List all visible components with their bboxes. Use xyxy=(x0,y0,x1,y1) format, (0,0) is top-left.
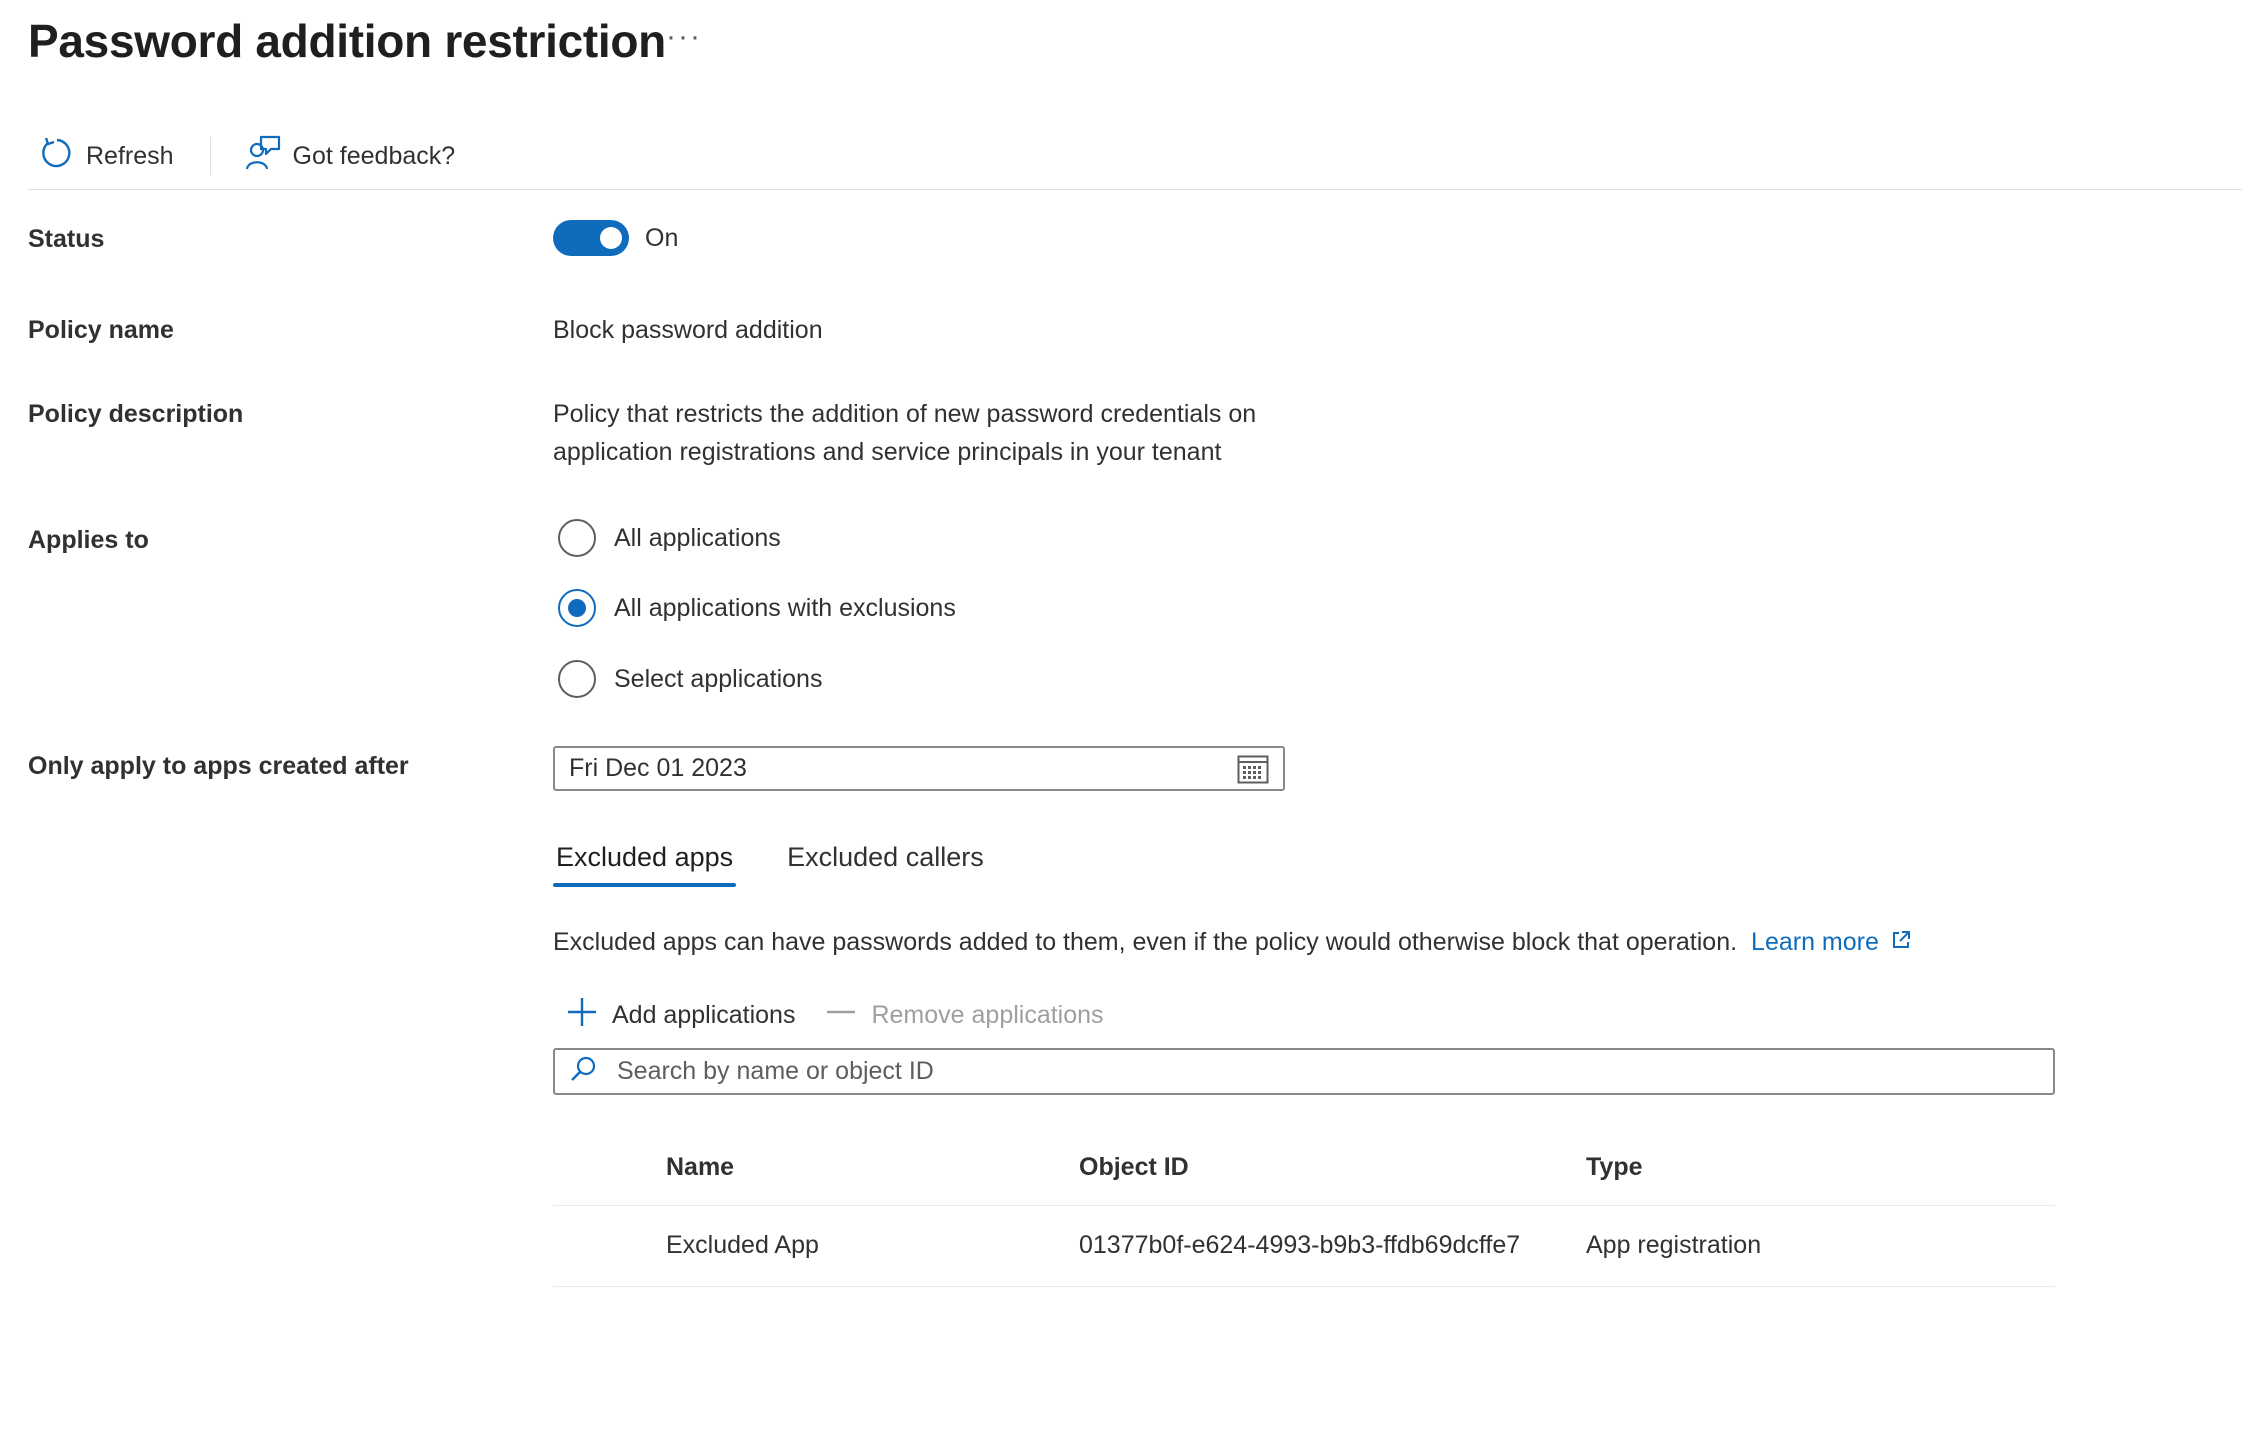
status-label: Status xyxy=(28,225,105,253)
excluded-apps-info: Excluded apps can have passwords added t… xyxy=(553,928,1911,957)
remove-applications-label: Remove applications xyxy=(871,1001,1104,1029)
radio-label: All applications xyxy=(614,523,781,552)
remove-applications-button[interactable]: Remove applications xyxy=(825,996,1104,1035)
policy-description-line: Policy that restricts the addition of ne… xyxy=(553,400,1257,428)
refresh-icon xyxy=(40,136,74,177)
row-select-cell[interactable] xyxy=(553,1205,666,1287)
radio-button[interactable] xyxy=(558,519,596,557)
search-icon xyxy=(569,1055,597,1088)
radio-button-selected[interactable] xyxy=(558,589,596,627)
radio-all-applications[interactable]: All applications xyxy=(558,519,781,557)
add-applications-button[interactable]: Add applications xyxy=(566,996,795,1035)
status-toggle[interactable] xyxy=(553,220,629,256)
cell-type: App registration xyxy=(1586,1205,2055,1287)
exclusion-tabs: Excluded apps Excluded callers xyxy=(553,842,987,887)
remove-icon xyxy=(825,996,857,1035)
created-after-date-picker[interactable]: Fri Dec 01 2023 xyxy=(553,746,1285,791)
toolbar-divider xyxy=(209,137,211,175)
radio-label: Select applications xyxy=(614,664,823,693)
feedback-icon xyxy=(245,135,281,178)
add-icon xyxy=(566,996,598,1035)
column-header-name[interactable]: Name xyxy=(666,1130,1079,1206)
search-input[interactable] xyxy=(617,1057,2017,1086)
toolbar: Refresh Got feedback? xyxy=(28,126,2242,186)
radio-button[interactable] xyxy=(558,660,596,698)
add-applications-label: Add applications xyxy=(612,1001,796,1029)
created-after-label: Only apply to apps created after xyxy=(28,752,409,780)
tab-excluded-callers[interactable]: Excluded callers xyxy=(784,842,987,887)
learn-more-link[interactable]: Learn more xyxy=(1751,928,1879,957)
applies-to-label: Applies to xyxy=(28,526,149,554)
radio-all-applications-with-exclusions[interactable]: All applications with exclusions xyxy=(558,589,956,627)
feedback-label: Got feedback? xyxy=(292,141,456,170)
column-header-object-id[interactable]: Object ID xyxy=(1079,1130,1586,1206)
status-toggle-text: On xyxy=(645,223,679,252)
policy-description-label: Policy description xyxy=(28,400,244,428)
excluded-apps-table: Name Object ID Type Excluded App 01377b0… xyxy=(553,1130,2055,1287)
page-title: Password addition restriction xyxy=(28,15,666,67)
radio-label: All applications with exclusions xyxy=(614,593,956,622)
more-options-icon[interactable]: ··· xyxy=(666,20,702,54)
status-toggle-group: On xyxy=(553,220,678,256)
column-header-type[interactable]: Type xyxy=(1586,1130,2055,1206)
toggle-knob xyxy=(600,227,622,249)
cell-name: Excluded App xyxy=(666,1205,1079,1287)
tab-excluded-apps[interactable]: Excluded apps xyxy=(553,842,737,887)
date-value: Fri Dec 01 2023 xyxy=(569,754,747,782)
refresh-label: Refresh xyxy=(86,141,174,170)
password-addition-restriction-page: Password addition restriction ··· Refres… xyxy=(0,0,2242,1445)
info-text: Excluded apps can have passwords added t… xyxy=(553,928,1738,956)
toolbar-divider-line xyxy=(28,189,2242,190)
table-select-column xyxy=(553,1130,666,1206)
calendar-icon[interactable] xyxy=(1237,754,1269,791)
policy-name-label: Policy name xyxy=(28,316,174,344)
excluded-apps-commands: Add applications Remove applications xyxy=(566,996,1104,1035)
policy-description-value: Policy that restricts the addition of ne… xyxy=(553,395,1256,471)
search-box xyxy=(553,1048,2055,1095)
radio-select-applications[interactable]: Select applications xyxy=(558,660,822,698)
table-header-row: Name Object ID Type xyxy=(553,1130,2055,1206)
refresh-button[interactable]: Refresh xyxy=(28,126,186,186)
feedback-button[interactable]: Got feedback? xyxy=(233,126,468,186)
table-row[interactable]: Excluded App 01377b0f-e624-4993-b9b3-ffd… xyxy=(553,1205,2055,1287)
policy-name-value: Block password addition xyxy=(553,316,823,344)
policy-description-line: application registrations and service pr… xyxy=(553,438,1222,466)
external-link-icon[interactable] xyxy=(1891,928,1911,957)
cell-object-id: 01377b0f-e624-4993-b9b3-ffdb69dcffe7 xyxy=(1079,1205,1586,1287)
